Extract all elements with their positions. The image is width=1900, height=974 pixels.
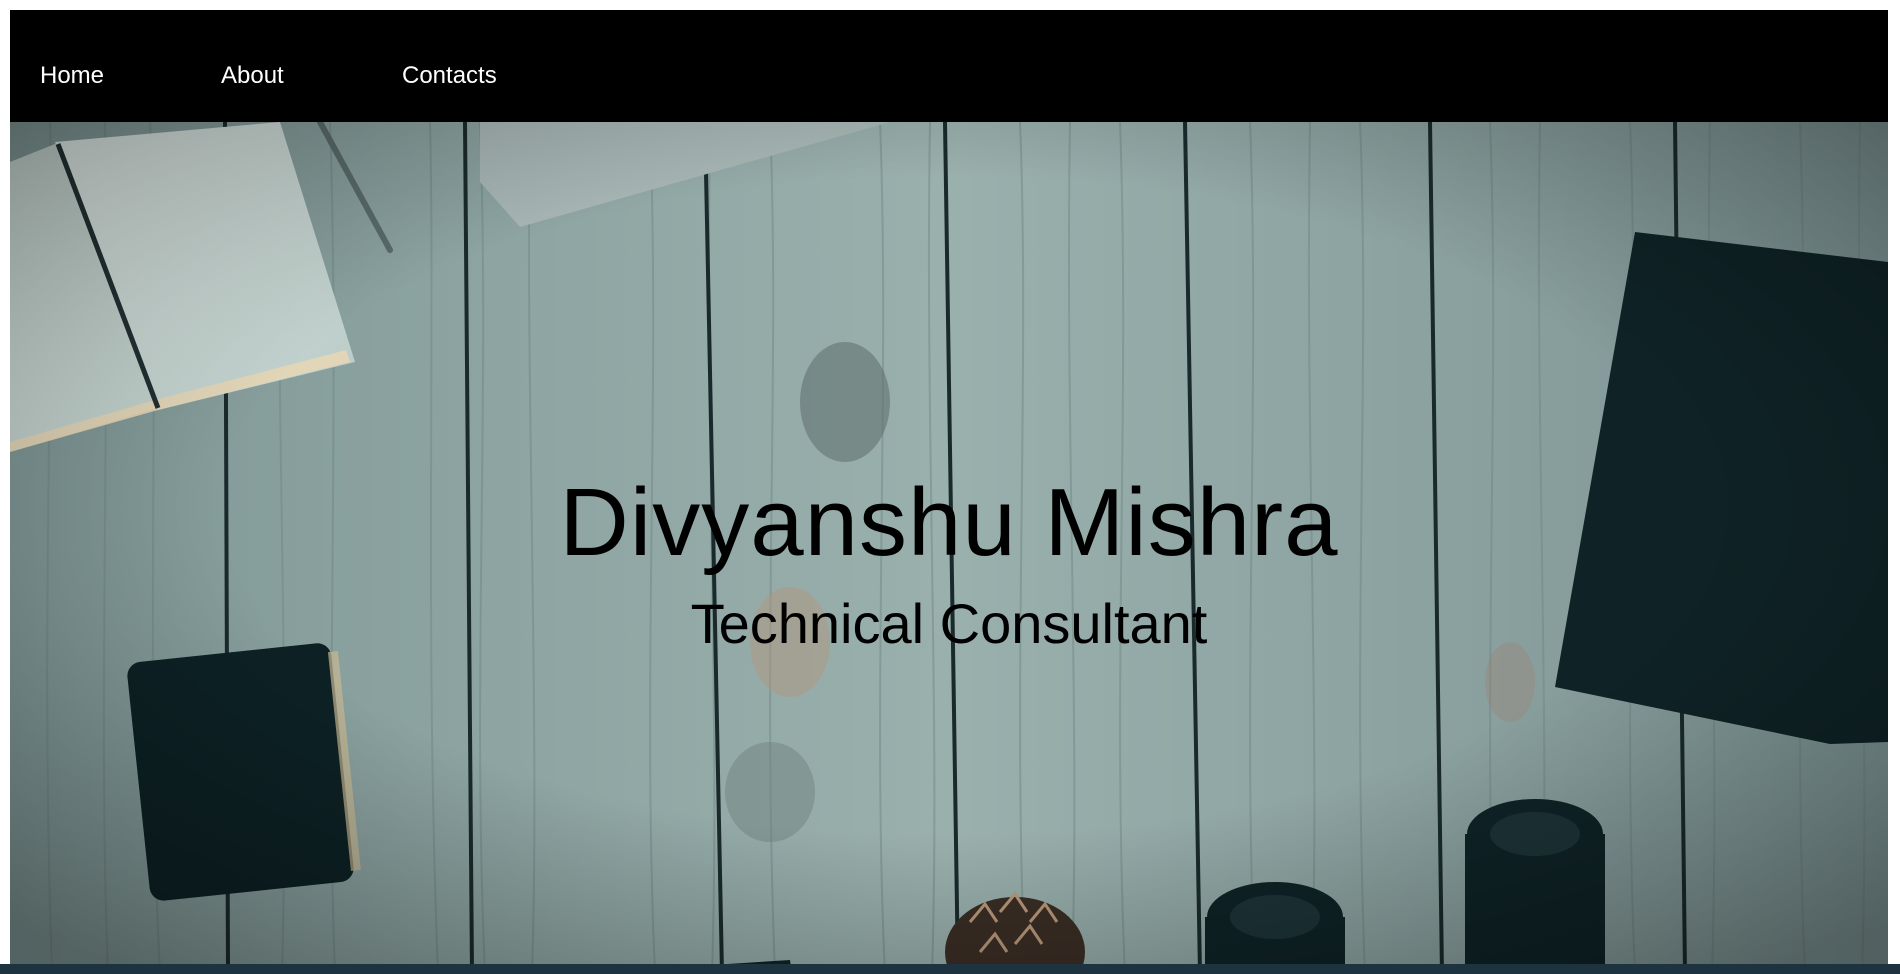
portfolio-page: Home About Contacts Divyanshu Mishra Tec… bbox=[10, 10, 1888, 974]
hero-section: Divyanshu Mishra Technical Consultant bbox=[10, 122, 1888, 974]
nav-link-about[interactable]: About bbox=[221, 62, 284, 90]
hero-role-subtitle: Technical Consultant bbox=[690, 592, 1208, 655]
top-navbar: Home About Contacts bbox=[10, 10, 1888, 122]
nav-link-contacts[interactable]: Contacts bbox=[402, 62, 497, 90]
page-bottom-strip bbox=[0, 964, 1900, 974]
hero-name-heading: Divyanshu Mishra bbox=[559, 469, 1339, 576]
nav-link-home[interactable]: Home bbox=[40, 62, 104, 90]
